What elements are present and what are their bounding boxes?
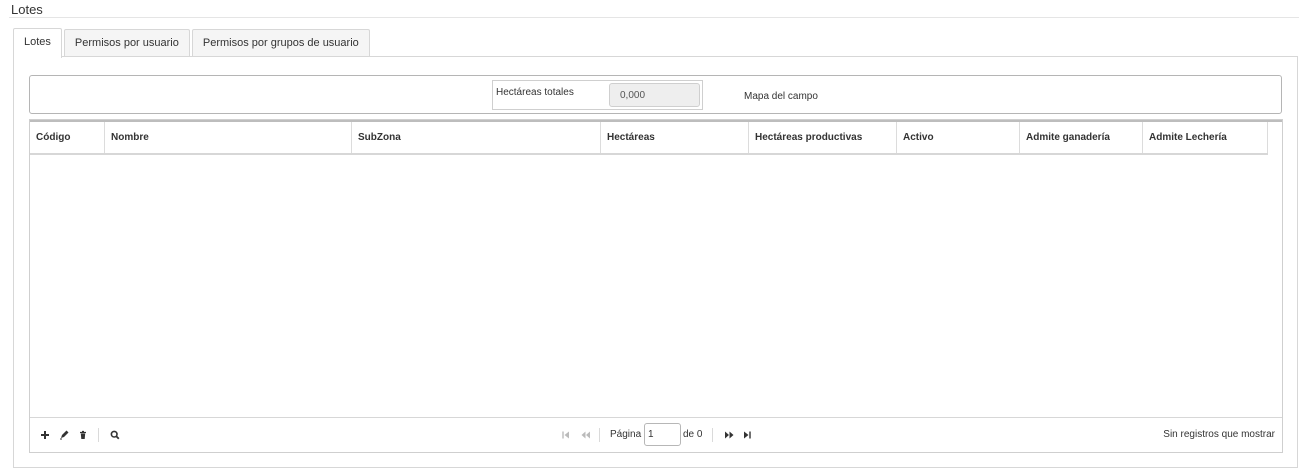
column-header-hectareas[interactable]: Hectáreas xyxy=(601,122,749,153)
title-divider xyxy=(9,17,1299,18)
tab-lotes[interactable]: Lotes xyxy=(13,28,62,58)
first-page-icon[interactable] xyxy=(559,428,573,442)
column-header-hectareas-productivas[interactable]: Hectáreas productivas xyxy=(749,122,897,153)
lots-grid: Código Nombre SubZona Hectáreas Hectárea… xyxy=(29,119,1283,453)
plus-icon[interactable] xyxy=(38,428,52,442)
column-header-codigo[interactable]: Código xyxy=(30,122,105,153)
search-icon[interactable] xyxy=(108,428,122,442)
grid-header: Código Nombre SubZona Hectáreas Hectárea… xyxy=(30,122,1268,155)
column-header-nombre[interactable]: Nombre xyxy=(105,122,352,153)
last-page-icon[interactable] xyxy=(740,428,754,442)
pager-separator xyxy=(712,428,713,442)
field-map-link[interactable]: Mapa del campo xyxy=(744,91,818,102)
total-hectares-label: Hectáreas totales xyxy=(496,87,574,98)
page-count-label: de 0 xyxy=(683,429,703,440)
page-label: Página xyxy=(610,429,642,440)
column-header-admite-lecheria[interactable]: Admite Lechería xyxy=(1143,122,1268,153)
page-number-input[interactable] xyxy=(644,423,681,446)
grid-pager: Página de 0 Sin registros que mostrar xyxy=(30,417,1282,452)
pencil-icon[interactable] xyxy=(57,428,71,442)
tab-permisos-grupos[interactable]: Permisos por grupos de usuario xyxy=(191,29,370,57)
tab-permisos-usuario[interactable]: Permisos por usuario xyxy=(63,29,190,57)
toolbar-separator xyxy=(98,428,99,442)
total-hectares-field xyxy=(609,83,700,107)
records-status: Sin registros que mostrar xyxy=(1163,429,1275,440)
next-page-icon[interactable] xyxy=(722,428,736,442)
tab-bar: Lotes Permisos por usuario Permisos por … xyxy=(13,28,372,58)
previous-page-icon[interactable] xyxy=(578,428,592,442)
column-header-subzona[interactable]: SubZona xyxy=(352,122,601,153)
column-header-activo[interactable]: Activo xyxy=(897,122,1020,153)
grid-body xyxy=(30,156,1282,417)
page-title: Lotes xyxy=(11,2,43,17)
column-header-admite-ganaderia[interactable]: Admite ganadería xyxy=(1020,122,1143,153)
trash-icon[interactable] xyxy=(76,428,90,442)
pager-separator xyxy=(599,428,600,442)
